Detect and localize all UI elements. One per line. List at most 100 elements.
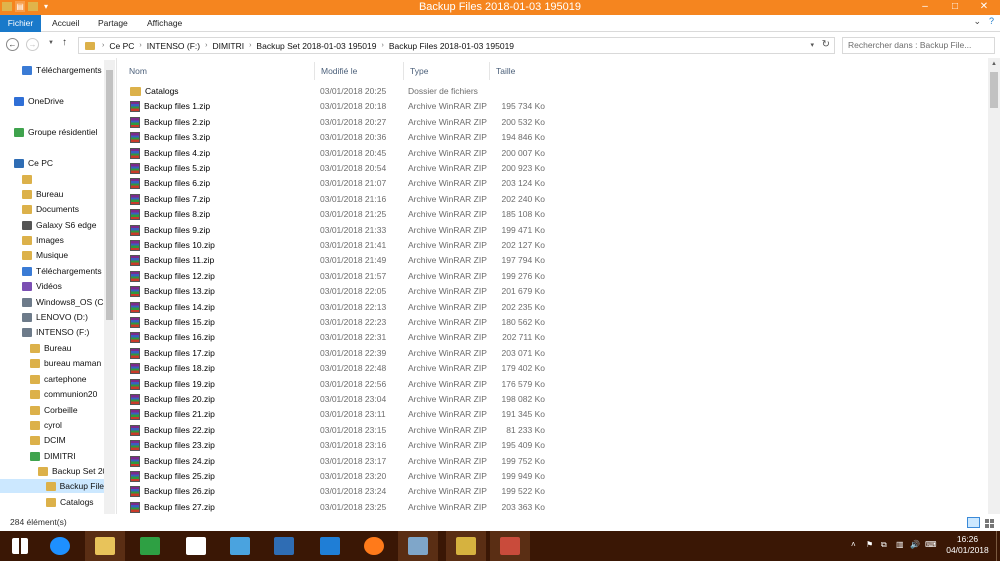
file-name-cell[interactable]: Backup files 4.zip xyxy=(130,146,210,161)
file-row[interactable]: Backup files 23.zip 03/01/2018 23:16 Archi… xyxy=(117,438,987,453)
file-row[interactable]: Backup files 13.zip 03/01/2018 22:05 Archi… xyxy=(117,284,987,299)
file-name-cell[interactable]: Backup files 25.zip xyxy=(130,469,215,484)
mail-taskbar-button[interactable] xyxy=(220,531,260,561)
file-row[interactable]: Backup files 27.zip 03/01/2018 23:25 Archi… xyxy=(117,500,987,514)
file-row[interactable]: Backup files 12.zip 03/01/2018 21:57 Archi… xyxy=(117,269,987,284)
firefox-taskbar-button[interactable] xyxy=(354,531,394,561)
nav-item[interactable]: Bureau xyxy=(30,341,71,355)
refresh-icon[interactable]: ↻ xyxy=(822,39,830,50)
tab-accueil[interactable]: Accueil xyxy=(48,15,83,32)
file-row[interactable]: Backup files 18.zip 03/01/2018 22:48 Archi… xyxy=(117,361,987,376)
chevron-right-icon[interactable]: › xyxy=(99,42,107,49)
file-name-cell[interactable]: Backup files 8.zip xyxy=(130,207,210,222)
volume-icon[interactable]: 🔊 xyxy=(910,540,920,549)
scrollbar-thumb[interactable] xyxy=(990,72,998,108)
file-name-cell[interactable]: Backup files 27.zip xyxy=(130,500,215,514)
file-row[interactable]: Backup files 7.zip 03/01/2018 21:16 Archiv… xyxy=(117,192,987,207)
app-taskbar-button[interactable] xyxy=(310,531,350,561)
file-explorer-taskbar-button[interactable] xyxy=(85,531,125,561)
file-row[interactable]: Backup files 14.zip 03/01/2018 22:13 Archi… xyxy=(117,300,987,315)
breadcrumb-intenso[interactable]: INTENSO (F:) xyxy=(145,41,202,51)
file-name-cell[interactable]: Backup files 15.zip xyxy=(130,315,215,330)
breadcrumb-dimitri[interactable]: DIMITRI xyxy=(210,41,246,51)
nav-item[interactable]: Documents xyxy=(22,202,79,216)
nav-item[interactable]: LENOVO (D:) xyxy=(22,310,88,324)
nav-item[interactable]: Corbeille xyxy=(30,403,78,417)
home-taskbar-button[interactable] xyxy=(176,531,216,561)
column-header-type[interactable]: Type xyxy=(403,62,489,80)
tab-fichier[interactable]: Fichier xyxy=(0,15,41,32)
file-name-cell[interactable]: Backup files 3.zip xyxy=(130,130,210,145)
file-row[interactable]: Backup files 20.zip 03/01/2018 23:04 Archi… xyxy=(117,392,987,407)
chevron-right-icon[interactable]: › xyxy=(246,42,254,49)
computer-taskbar-button[interactable] xyxy=(264,531,304,561)
file-name-cell[interactable]: Backup files 5.zip xyxy=(130,161,210,176)
show-desktop-button[interactable] xyxy=(996,531,1000,561)
file-row[interactable]: Backup files 6.zip 03/01/2018 21:07 Archiv… xyxy=(117,176,987,191)
file-name-cell[interactable]: Backup files 17.zip xyxy=(130,346,215,361)
file-name-cell[interactable]: Backup files 13.zip xyxy=(130,284,215,299)
chevron-right-icon[interactable]: › xyxy=(378,42,386,49)
file-row[interactable]: Backup files 9.zip 03/01/2018 21:33 Archiv… xyxy=(117,223,987,238)
file-row[interactable]: Backup files 24.zip 03/01/2018 23:17 Archi… xyxy=(117,454,987,469)
file-name-cell[interactable]: Backup files 6.zip xyxy=(130,176,210,191)
back-button[interactable]: ← xyxy=(6,38,19,51)
scrollbar-thumb[interactable] xyxy=(106,70,113,320)
breadcrumb-backup-files[interactable]: Backup Files 2018-01-03 195019 xyxy=(387,41,516,51)
nav-item[interactable]: Backup File xyxy=(0,479,104,493)
nav-item[interactable]: bureau maman xyxy=(30,356,101,370)
file-name-cell[interactable]: Backup files 16.zip xyxy=(130,330,215,345)
file-row[interactable]: Backup files 10.zip 03/01/2018 21:41 Archi… xyxy=(117,238,987,253)
nav-item[interactable]: cartephone xyxy=(30,372,87,386)
nav-item[interactable]: Téléchargements xyxy=(22,264,102,278)
file-name-cell[interactable]: Backup files 2.zip xyxy=(130,115,210,130)
file-name-cell[interactable]: Backup files 9.zip xyxy=(130,223,210,238)
file-name-cell[interactable]: Backup files 18.zip xyxy=(130,361,215,376)
file-row[interactable]: Backup files 19.zip 03/01/2018 22:56 Archi… xyxy=(117,377,987,392)
file-row[interactable]: Backup files 11.zip 03/01/2018 21:49 Archi… xyxy=(117,253,987,268)
usb-taskbar-button[interactable] xyxy=(490,531,530,561)
file-row[interactable]: Backup files 5.zip 03/01/2018 20:54 Archiv… xyxy=(117,161,987,176)
large-icons-view-icon[interactable] xyxy=(983,517,996,528)
store-taskbar-button[interactable] xyxy=(130,531,170,561)
tab-partage[interactable]: Partage xyxy=(94,15,132,32)
file-name-cell[interactable]: Backup files 19.zip xyxy=(130,377,215,392)
file-row[interactable]: Backup files 26.zip 03/01/2018 23:24 Archi… xyxy=(117,484,987,499)
internet-explorer-taskbar-button[interactable] xyxy=(40,531,80,561)
file-name-cell[interactable]: Backup files 12.zip xyxy=(130,269,215,284)
file-list-scrollbar[interactable]: ▲ xyxy=(988,58,1000,514)
nav-item[interactable]: OneDrive xyxy=(14,94,64,108)
file-row[interactable]: Backup files 8.zip 03/01/2018 21:25 Archiv… xyxy=(117,207,987,222)
minimize-button[interactable]: – xyxy=(911,0,939,15)
details-view-icon[interactable] xyxy=(967,517,980,528)
nav-item[interactable]: Téléchargements xyxy=(22,63,102,77)
download-folder-taskbar-button[interactable] xyxy=(446,531,486,561)
keyboard-icon[interactable]: ⌨ xyxy=(925,540,937,549)
scroll-up-icon[interactable]: ▲ xyxy=(988,58,1000,70)
expand-ribbon-icon[interactable]: ⌄ xyxy=(973,16,981,27)
breadcrumb-ce-pc[interactable]: Ce PC xyxy=(107,41,136,51)
file-name-cell[interactable]: Backup files 11.zip xyxy=(130,253,214,268)
nav-item[interactable]: Vidéos xyxy=(22,279,62,293)
file-row[interactable]: Backup files 15.zip 03/01/2018 22:23 Archi… xyxy=(117,315,987,330)
file-row[interactable]: Backup files 17.zip 03/01/2018 22:39 Archi… xyxy=(117,346,987,361)
nav-item[interactable]: DCIM xyxy=(30,433,66,447)
file-name-cell[interactable]: Backup files 1.zip xyxy=(130,99,210,114)
nav-item[interactable]: DIMITRI xyxy=(30,449,76,463)
battery-icon[interactable]: ▥ xyxy=(896,540,904,549)
file-row[interactable]: Backup files 4.zip 03/01/2018 20:45 Archiv… xyxy=(117,146,987,161)
control-panel-taskbar-button[interactable] xyxy=(398,531,438,561)
windows-start-taskbar-button[interactable] xyxy=(0,531,40,561)
file-name-cell[interactable]: Catalogs xyxy=(130,84,179,99)
address-dropdown-icon[interactable]: ▾ xyxy=(810,41,814,49)
up-button[interactable]: ↑ xyxy=(62,37,67,48)
file-row[interactable]: Backup files 2.zip 03/01/2018 20:27 Archiv… xyxy=(117,115,987,130)
file-name-cell[interactable]: Backup files 22.zip xyxy=(130,423,215,438)
column-header-modified[interactable]: Modifié le xyxy=(314,62,403,80)
file-row[interactable]: Backup files 1.zip 03/01/2018 20:18 Archiv… xyxy=(117,99,987,114)
file-name-cell[interactable]: Backup files 26.zip xyxy=(130,484,215,499)
file-row[interactable]: Catalogs 03/01/2018 20:25 Dossier de fichi… xyxy=(117,84,987,99)
breadcrumb-backup-set[interactable]: Backup Set 2018-01-03 195019 xyxy=(254,41,378,51)
close-button[interactable]: ✕ xyxy=(970,0,998,15)
help-icon[interactable]: ? xyxy=(989,16,994,27)
